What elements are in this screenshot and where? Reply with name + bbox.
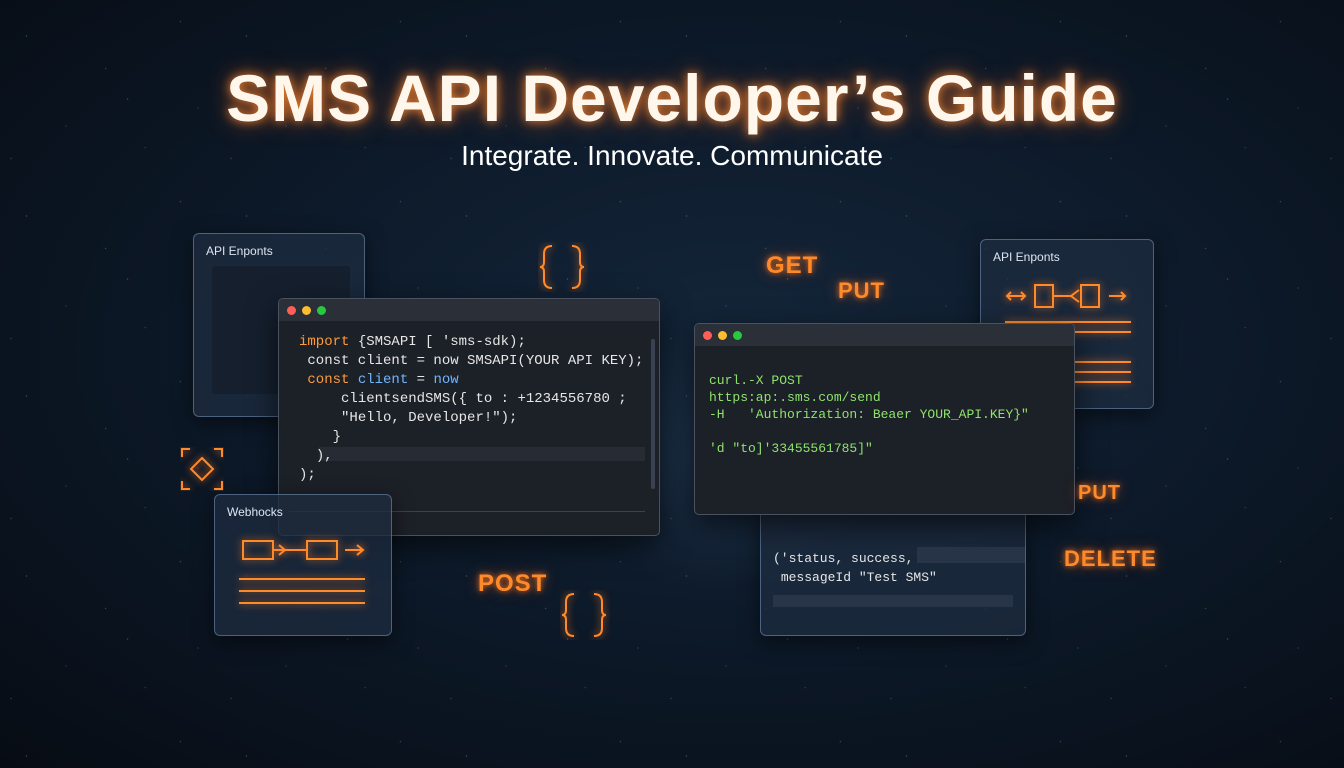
webhook-flow-diagram bbox=[239, 540, 365, 604]
maximize-window-button[interactable] bbox=[317, 305, 326, 315]
terminal-window-right: curl.-X POST https:ap:.sms.com/send -H '… bbox=[694, 323, 1075, 515]
window-titlebar bbox=[695, 324, 1074, 346]
maximize-window-button[interactable] bbox=[733, 330, 742, 340]
response-panel: ('status, success, messageId "Test SMS" bbox=[760, 506, 1026, 636]
page-title: SMS API Developer’s Guide bbox=[226, 61, 1118, 135]
put-method-label: PUT bbox=[838, 278, 885, 303]
webhooks-panel: Webhocks bbox=[214, 494, 392, 636]
curl-command: curl.-X POST https:ap:.sms.com/send -H '… bbox=[709, 373, 1029, 456]
scrollbar[interactable] bbox=[651, 339, 655, 489]
window-titlebar bbox=[279, 299, 659, 321]
minimize-window-button[interactable] bbox=[718, 330, 727, 340]
post-method-label: POST bbox=[478, 570, 548, 597]
get-method-label: GET bbox=[766, 252, 819, 279]
curly-braces-icon bbox=[561, 593, 607, 637]
response-json: ('status, success, messageId "Test SMS" bbox=[773, 551, 937, 585]
minimize-window-button[interactable] bbox=[302, 305, 311, 315]
put-method-label: PUT bbox=[1078, 482, 1121, 504]
page-subtitle: Integrate. Innovate. Communicate bbox=[461, 140, 883, 171]
delete-method-label: DELETE bbox=[1064, 546, 1157, 571]
curly-braces-icon bbox=[539, 245, 585, 289]
code-block: import {SMSAPI [ 'sms-sdk); const client… bbox=[299, 334, 644, 483]
diamond-frame-icon bbox=[181, 448, 223, 490]
panel-title: API Enponts bbox=[206, 244, 273, 258]
close-window-button[interactable] bbox=[703, 330, 712, 340]
close-window-button[interactable] bbox=[287, 305, 296, 315]
